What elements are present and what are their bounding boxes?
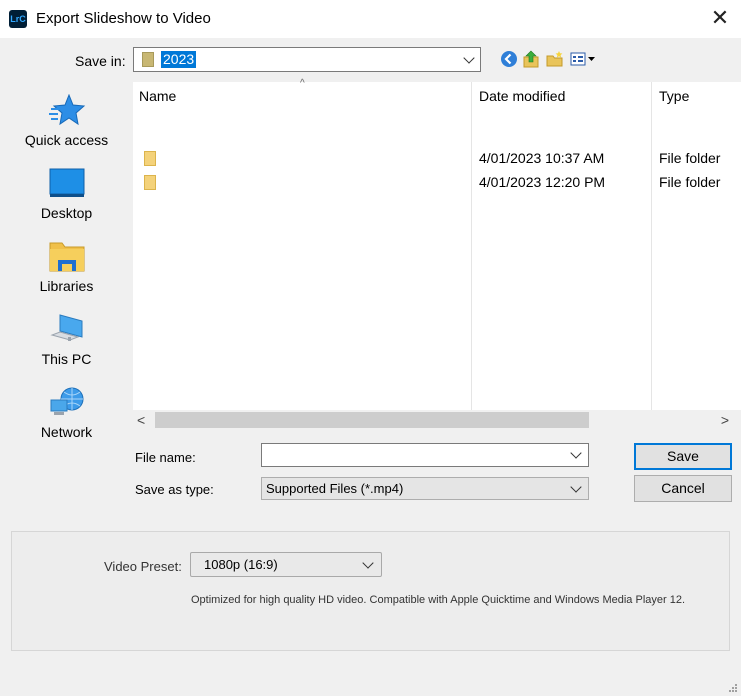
new-folder-icon[interactable] — [545, 49, 565, 69]
computer-icon — [50, 314, 83, 341]
sort-ascending-icon: ^ — [300, 78, 305, 89]
desktop-icon — [49, 168, 85, 197]
place-quick-access[interactable]: Quick access — [10, 94, 123, 164]
place-this-pc[interactable]: This PC — [10, 313, 123, 383]
save-in-label: Save in: — [75, 53, 126, 69]
file-date: 4/01/2023 10:37 AM — [479, 150, 605, 166]
column-divider[interactable] — [651, 82, 652, 410]
place-label: Quick access — [24, 132, 109, 148]
chevron-down-icon — [463, 52, 475, 64]
place-network[interactable]: Network — [10, 386, 123, 456]
place-label: Network — [40, 424, 93, 440]
column-header-name[interactable]: Name — [139, 88, 176, 104]
folder-icon — [144, 151, 156, 166]
up-folder-icon[interactable] — [521, 49, 541, 69]
dialog-body: Save in: 2023 Quick access Desktop Libra… — [0, 38, 741, 696]
file-row[interactable]: 4/01/2023 12:20 PM File folder — [133, 170, 741, 194]
place-label: Libraries — [39, 278, 94, 294]
folder-icon — [144, 175, 156, 190]
folder-icon — [142, 52, 154, 67]
video-preset-dropdown[interactable]: 1080p (16:9) — [190, 552, 382, 577]
chevron-down-icon — [570, 481, 582, 493]
file-name-label: File name: — [135, 450, 196, 465]
scroll-right-icon[interactable]: > — [721, 410, 729, 430]
video-preset-label: Video Preset: — [104, 559, 182, 574]
close-button[interactable]: ✕ — [707, 6, 733, 32]
view-menu-icon[interactable] — [569, 49, 597, 69]
place-desktop[interactable]: Desktop — [10, 167, 123, 237]
lightroom-app-icon: LrC — [9, 10, 27, 28]
file-date: 4/01/2023 12:20 PM — [479, 174, 606, 190]
file-name-input[interactable] — [261, 443, 589, 467]
column-header-type[interactable]: Type — [659, 88, 689, 104]
cancel-button[interactable]: Cancel — [634, 475, 732, 502]
save-as-type-dropdown[interactable]: Supported Files (*.mp4) — [261, 477, 589, 500]
chevron-down-icon — [362, 557, 374, 569]
chevron-down-icon[interactable] — [570, 447, 582, 459]
libraries-icon — [49, 242, 85, 272]
place-libraries[interactable]: Libraries — [10, 240, 123, 310]
video-preset-description: Optimized for high quality HD video. Com… — [191, 594, 686, 606]
column-header-date-modified[interactable]: Date modified — [479, 88, 565, 104]
places-bar: Quick access Desktop Libraries This PC N… — [10, 82, 123, 499]
save-as-type-value: Supported Files (*.mp4) — [266, 481, 404, 496]
save-in-value: 2023 — [161, 51, 197, 68]
resize-grip-icon[interactable] — [728, 683, 738, 693]
scroll-left-icon[interactable]: < — [137, 410, 145, 430]
place-label: Desktop — [40, 205, 93, 221]
column-divider[interactable] — [471, 82, 472, 410]
star-icon — [49, 94, 86, 126]
save-in-dropdown[interactable]: 2023 — [133, 47, 481, 72]
network-icon — [50, 387, 84, 415]
file-list[interactable]: ^ Name Date modified Type 4/01/2023 10:3… — [133, 78, 741, 430]
title-bar: LrC Export Slideshow to Video ✕ — [0, 0, 741, 38]
file-type: File folder — [659, 174, 721, 190]
window-title: Export Slideshow to Video — [36, 10, 211, 27]
save-as-type-label: Save as type: — [135, 482, 214, 497]
horizontal-scrollbar[interactable]: < > — [133, 410, 741, 430]
save-button[interactable]: Save — [634, 443, 732, 470]
file-type: File folder — [659, 150, 721, 166]
video-preset-panel: Video Preset: 1080p (16:9) Optimized for… — [11, 531, 730, 651]
scrollbar-thumb[interactable] — [155, 412, 589, 428]
place-label: This PC — [41, 351, 92, 367]
back-icon[interactable] — [499, 49, 519, 69]
video-preset-value: 1080p (16:9) — [204, 557, 278, 572]
file-row[interactable]: 4/01/2023 10:37 AM File folder — [133, 146, 741, 170]
